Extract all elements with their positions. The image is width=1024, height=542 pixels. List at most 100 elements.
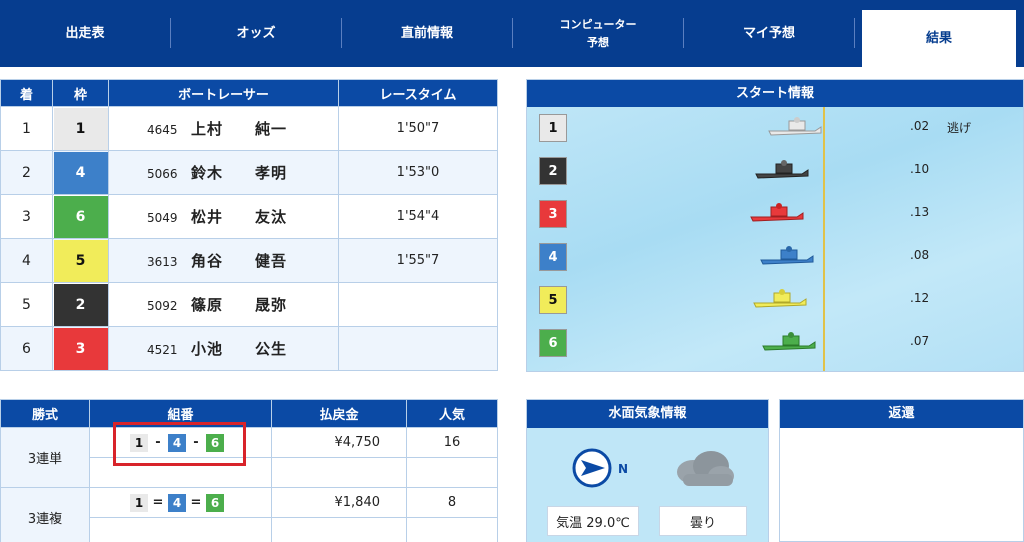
tab-entry-list[interactable]: 出走表 (0, 0, 170, 67)
empty-cell (406, 517, 498, 542)
start-row: 1 .02 逃げ (527, 107, 1023, 149)
table-row: 3連単 1-4-6 ¥4,750 16 (0, 427, 498, 488)
race-time: 1'53"0 (338, 150, 498, 195)
boat-icon (755, 160, 809, 179)
start-row: 6 .07 (527, 322, 1023, 364)
wind-direction-label: N (618, 462, 629, 476)
racer-number: 5066 (147, 167, 178, 181)
col-header-popularity: 人気 (406, 399, 498, 428)
empty-cell (271, 517, 407, 542)
racer-cell: 5066 鈴木 孝明 (108, 150, 339, 195)
start-timing: .10 (910, 162, 930, 176)
combo-lane: 4 (168, 493, 186, 512)
tab-computer-prediction[interactable]: コンピューター 予想 (513, 0, 683, 67)
cloudy-icon (677, 451, 734, 486)
racer-name-link[interactable]: 小池 公生 (191, 338, 287, 359)
waku-cell: 2 (52, 282, 109, 327)
tab-label: マイ予想 (742, 25, 795, 41)
racer-name-link[interactable]: 松井 友汰 (191, 206, 287, 227)
racer-name-link[interactable]: 篠原 晟弥 (191, 294, 287, 315)
combination: 1 = 4 = 6 (89, 487, 272, 518)
col-header-race-time: レースタイム (338, 79, 498, 107)
tab-my-prediction[interactable]: マイ予想 (684, 0, 854, 67)
table-row: 3連複 1 = 4 = 6 ¥1,840 8 (0, 487, 498, 542)
lane-badge: 5 (539, 286, 567, 314)
rank-cell: 6 (0, 326, 53, 371)
waku-cell: 5 (52, 238, 109, 283)
nav-divider (854, 18, 855, 48)
weather-panel: 水面気象情報 N 気温 29.0℃ 曇り (526, 399, 769, 542)
temperature-box: 気温 29.0℃ (547, 506, 639, 536)
payout-table: 勝式 組番 払戻金 人気 3連単 1-4-6 ¥4,750 16 3連複 1 = 4… (0, 399, 498, 542)
col-header-racer: ボートレーサー (108, 79, 339, 107)
start-timing: .08 (910, 248, 930, 262)
table-row: 3 6 5049 松井 友汰 1'54"4 (0, 194, 498, 239)
tab-odds[interactable]: オッズ (171, 0, 341, 67)
popularity: 16 (406, 427, 498, 458)
lane-badge: 6 (539, 329, 567, 357)
weather-condition-box: 曇り (659, 506, 747, 536)
table-row: 6 3 4521 小池 公生 (0, 326, 498, 371)
tab-label: 直前情報 (400, 25, 453, 41)
racer-name-link[interactable]: 角谷 健吾 (191, 250, 287, 271)
combo-sep: = (152, 495, 164, 510)
racer-number: 5092 (147, 299, 178, 313)
top-nav: 出走表 オッズ 直前情報 コンピューター 予想 マイ予想 結果 (0, 0, 1024, 67)
payout-amount: ¥1,840 (271, 487, 407, 518)
table-row: 1 1 4645 上村 純一 1'50"7 (0, 106, 498, 151)
start-water-area: 1 .02 逃げ 2 .10 3 .13 4 .08 5 .12 6 .07 (527, 107, 1023, 371)
col-header-waku: 枠 (52, 79, 109, 107)
empty-cell (89, 517, 272, 542)
table-row: 4 5 3613 角谷 健吾 1'55"7 (0, 238, 498, 283)
combo-lane: 6 (206, 493, 224, 512)
table-row: 5 2 5092 篠原 晟弥 (0, 282, 498, 327)
lane-badge: 2 (539, 157, 567, 185)
start-timing: .12 (910, 291, 930, 305)
boat-icon (753, 289, 807, 308)
highlight-box (113, 422, 246, 466)
rank-cell: 1 (0, 106, 53, 151)
start-row: 2 .10 (527, 150, 1023, 192)
col-header-payout: 払戻金 (271, 399, 407, 428)
racer-cell: 5049 松井 友汰 (108, 194, 339, 239)
race-time (338, 326, 498, 371)
start-row: 3 .13 (527, 193, 1023, 235)
racer-name-link[interactable]: 鈴木 孝明 (191, 162, 287, 183)
racer-number: 5049 (147, 211, 178, 225)
combo-lane: 1 (130, 493, 148, 512)
bet-type: 3連複 (0, 487, 90, 542)
tab-results[interactable]: 結果 (862, 10, 1016, 67)
start-info-title: スタート情報 (527, 80, 1023, 107)
start-timing: .13 (910, 205, 930, 219)
start-row: 4 .08 (527, 236, 1023, 278)
race-time: 1'50"7 (338, 106, 498, 151)
boat-icon (760, 246, 814, 265)
lane-badge: 1 (539, 114, 567, 142)
waku-badge: 1 (53, 107, 108, 150)
waku-badge: 2 (53, 283, 108, 326)
race-time (338, 282, 498, 327)
rank-cell: 4 (0, 238, 53, 283)
refund-title: 返還 (780, 400, 1023, 428)
wind-direction-icon (572, 448, 612, 488)
racer-cell: 4521 小池 公生 (108, 326, 339, 371)
waku-badge: 3 (53, 327, 108, 370)
waku-cell: 4 (52, 150, 109, 195)
boat-icon (768, 117, 822, 136)
racer-number: 4521 (147, 343, 178, 357)
start-timing: .07 (910, 334, 930, 348)
weather-body: N 気温 29.0℃ 曇り (527, 428, 768, 542)
refund-panel: 返還 (779, 399, 1024, 542)
race-time: 1'55"7 (338, 238, 498, 283)
lane-badge: 3 (539, 200, 567, 228)
col-header-rank: 着 (0, 79, 53, 107)
tab-sublabel: 予想 (587, 35, 609, 49)
racer-number: 4645 (147, 123, 178, 137)
rank-cell: 5 (0, 282, 53, 327)
combo-sep: = (190, 495, 202, 510)
tab-label: オッズ (236, 25, 276, 41)
racer-name-link[interactable]: 上村 純一 (191, 118, 287, 139)
tab-pre-race-info[interactable]: 直前情報 (342, 0, 512, 67)
waku-badge: 6 (53, 195, 108, 238)
rank-cell: 3 (0, 194, 53, 239)
